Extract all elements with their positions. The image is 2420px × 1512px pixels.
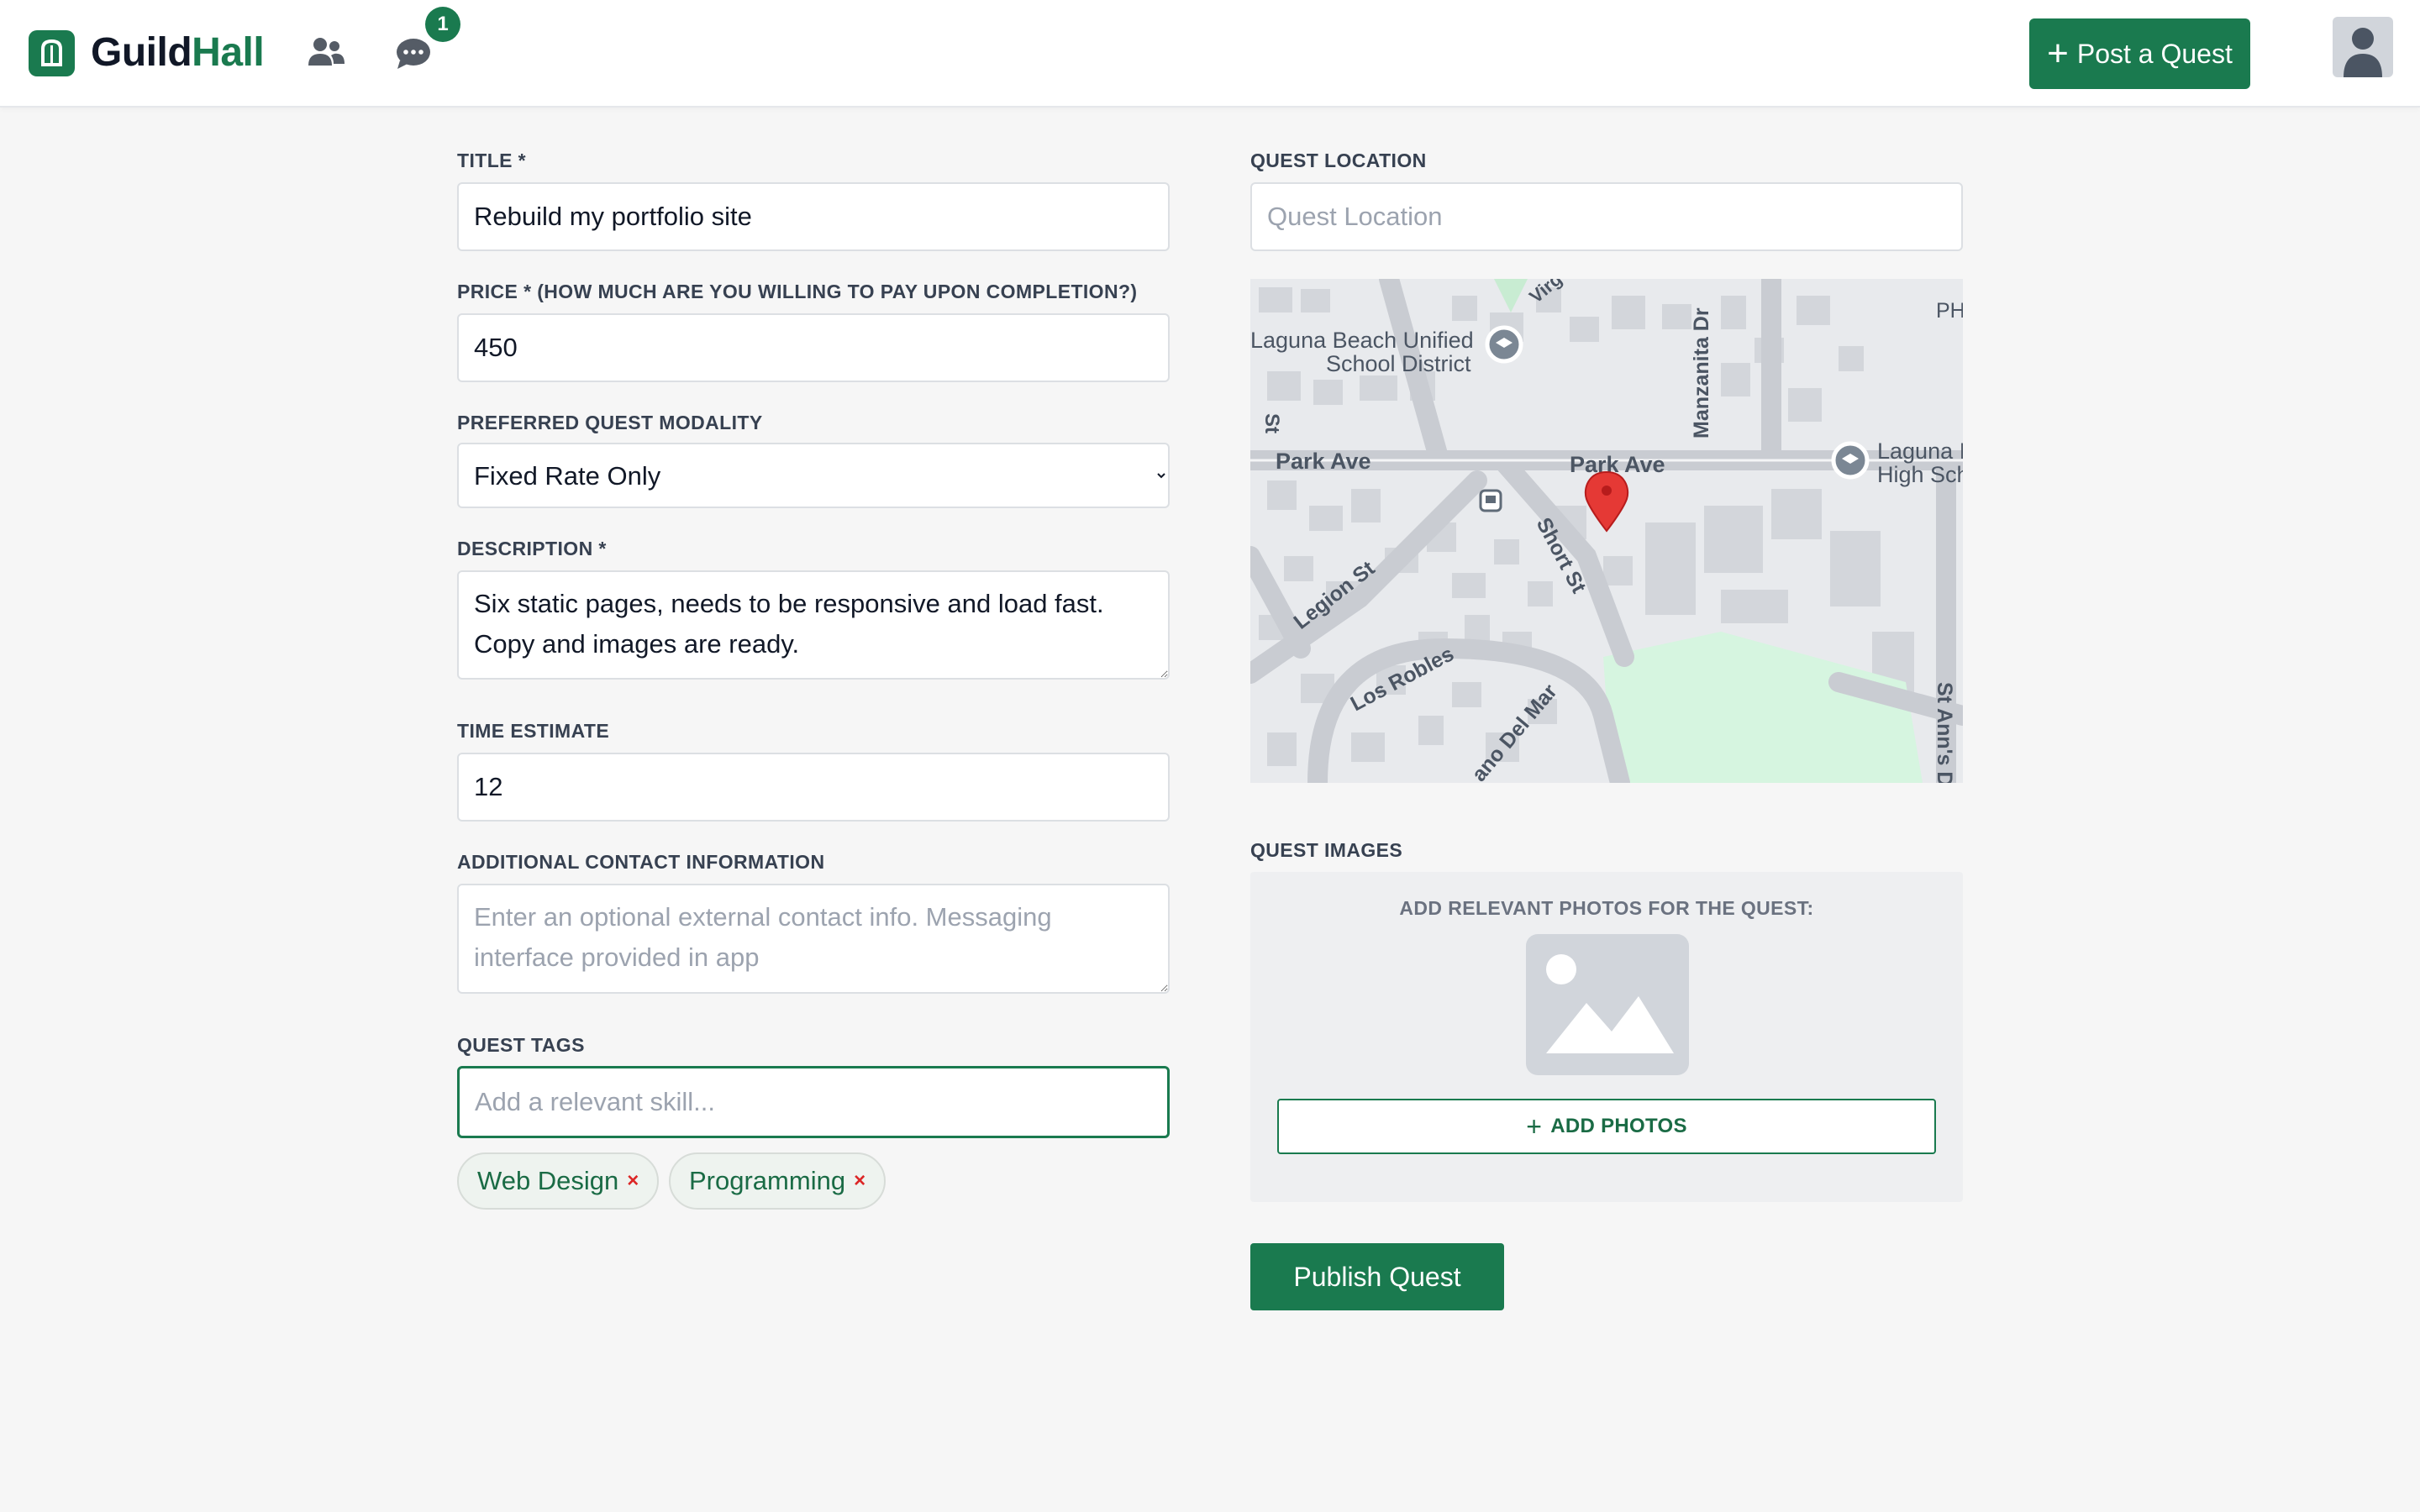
top-navigation-bar: GuildHall 1 + Post a Quest: [0, 0, 2420, 108]
location-map[interactable]: Laguna Beach Unified School District Par…: [1250, 279, 1963, 783]
map-label-park-ave: Park Ave: [1276, 449, 1371, 474]
description-label: DESCRIPTION *: [457, 538, 607, 559]
guild-hall-logo-icon[interactable]: [29, 30, 75, 76]
map-label-school: School District: [1326, 351, 1471, 376]
publish-quest-button[interactable]: Publish Quest: [1250, 1243, 1504, 1310]
map-label-st: St: [1260, 413, 1283, 433]
tag-chip-label: Programming: [689, 1166, 846, 1195]
messages-count-badge: 1: [425, 7, 460, 42]
map-label-school: Laguna Beach Unified: [1250, 328, 1474, 353]
post-a-quest-button[interactable]: + Post a Quest: [2029, 18, 2250, 89]
school-map-icon: [1485, 325, 1523, 364]
modality-label: PREFERRED QUEST MODALITY: [457, 412, 763, 433]
brand-name-part-1: Guild: [91, 30, 192, 75]
chat-bubble-icon[interactable]: [395, 37, 432, 75]
school-map-icon: [1831, 441, 1870, 480]
title-label: TITLE *: [457, 150, 527, 171]
bus-stop-icon: [1479, 489, 1502, 512]
image-placeholder-icon: [1526, 934, 1689, 1079]
add-photos-button[interactable]: + ADD PHOTOS: [1277, 1099, 1936, 1154]
contact-textarea[interactable]: [457, 884, 1170, 994]
plus-icon: +: [2047, 33, 2069, 74]
brand-name-part-2: Hall: [192, 30, 265, 75]
map-label-high-school: Laguna I: [1877, 438, 1963, 464]
tag-chip-web-design: Web Design ×: [457, 1152, 660, 1210]
tag-chip-programming: Programming ×: [669, 1152, 886, 1210]
user-avatar-icon[interactable]: [2333, 17, 2393, 77]
description-textarea[interactable]: Six static pages, needs to be responsive…: [457, 570, 1170, 680]
remove-tag-icon[interactable]: ×: [854, 1169, 865, 1193]
time-estimate-label: TIME ESTIMATE: [457, 720, 610, 742]
title-input[interactable]: [457, 182, 1170, 251]
map-label-park-ave: Park Ave: [1570, 452, 1665, 477]
brand-name[interactable]: GuildHall: [91, 29, 265, 77]
tag-chip-label: Web Design: [477, 1166, 619, 1195]
add-photos-label: ADD PHOTOS: [1550, 1115, 1687, 1137]
quest-images-label: QUEST IMAGES: [1250, 839, 1403, 861]
price-label: PRICE * (HOW MUCH ARE YOU WILLING TO PAY…: [457, 281, 1138, 302]
map-label-high-school: High Sch: [1877, 462, 1963, 487]
map-label-ph: PH: [1936, 299, 1963, 323]
time-estimate-input[interactable]: [457, 753, 1170, 822]
map-label-manzanita: Manzanita Dr: [1690, 307, 1713, 438]
users-icon[interactable]: [306, 35, 346, 75]
post-a-quest-label: Post a Quest: [2076, 38, 2233, 69]
contact-label: ADDITIONAL CONTACT INFORMATION: [457, 851, 825, 873]
tag-search-input[interactable]: [457, 1066, 1170, 1138]
quest-location-input[interactable]: [1250, 182, 1963, 251]
map-label-st-anns: St Ann's D: [1933, 682, 1956, 783]
quest-location-label: QUEST LOCATION: [1250, 150, 1427, 171]
modality-select[interactable]: Fixed Rate Only: [457, 443, 1170, 508]
price-input[interactable]: [457, 313, 1170, 382]
quest-tags-label: QUEST TAGS: [457, 1034, 585, 1056]
remove-tag-icon[interactable]: ×: [627, 1169, 639, 1193]
image-upload-area[interactable]: ADD RELEVANT PHOTOS FOR THE QUEST: + ADD…: [1250, 872, 1963, 1202]
image-upload-hint: ADD RELEVANT PHOTOS FOR THE QUEST:: [1399, 897, 1814, 919]
plus-icon: +: [1526, 1110, 1543, 1142]
